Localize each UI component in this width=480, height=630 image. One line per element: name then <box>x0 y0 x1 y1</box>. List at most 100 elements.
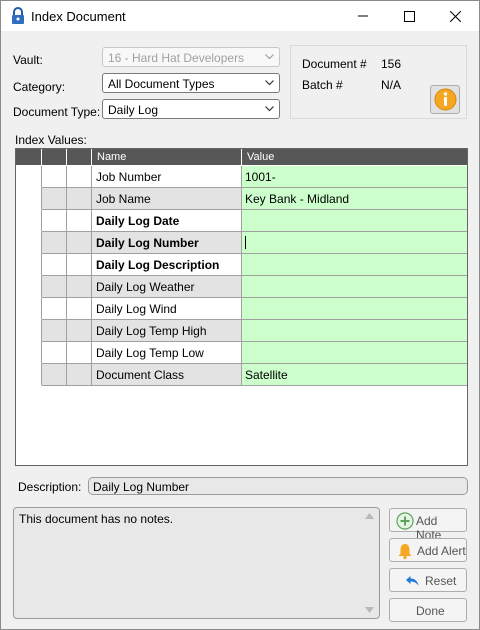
table-row[interactable]: Daily Log Date <box>16 210 467 232</box>
table-row[interactable]: Daily Log Description <box>16 254 467 276</box>
field-name-cell: Daily Log Date <box>92 210 242 232</box>
row-indicator-cell[interactable] <box>16 364 42 386</box>
table-row[interactable]: Document Class Satellite <box>16 364 467 386</box>
field-value-cell[interactable] <box>242 298 467 320</box>
field-name: Daily Log Date <box>96 214 180 228</box>
description-value: Daily Log Number <box>93 480 190 494</box>
row-indicator-cell[interactable] <box>16 254 42 276</box>
field-value[interactable]: Satellite <box>245 368 288 382</box>
table-row[interactable]: Daily Log Wind <box>16 298 467 320</box>
row-flag-cell <box>42 298 67 320</box>
title-bar: Index Document <box>1 1 479 31</box>
row-flag-cell <box>67 210 92 232</box>
table-row[interactable]: Job Number 1001- <box>16 166 467 188</box>
maximize-button[interactable] <box>386 1 432 31</box>
maximize-icon <box>403 10 415 22</box>
field-value-cell[interactable]: 1001- <box>242 166 467 188</box>
chevron-down-icon <box>265 54 274 60</box>
done-label: Done <box>416 604 445 618</box>
header-name-label: Name <box>97 151 127 163</box>
row-flag-cell <box>42 166 67 188</box>
info-button[interactable] <box>430 85 460 114</box>
description-field: Daily Log Number <box>88 477 468 495</box>
chevron-down-icon <box>265 106 274 112</box>
row-indicator-cell[interactable] <box>16 320 42 342</box>
chevron-down-icon <box>265 80 274 86</box>
minimize-button[interactable] <box>340 1 386 31</box>
row-indicator-cell[interactable] <box>16 342 42 364</box>
batch-value: N/A <box>381 78 402 92</box>
scroll-up-icon[interactable] <box>365 513 374 519</box>
field-value-cell[interactable] <box>242 320 467 342</box>
row-indicator-cell[interactable] <box>16 188 42 210</box>
row-indicator-cell[interactable] <box>16 276 42 298</box>
row-flag-cell <box>42 254 67 276</box>
field-name: Daily Log Description <box>96 258 220 272</box>
index-document-window: Index Document Vault: 16 - Hard Hat Deve… <box>0 0 480 630</box>
reset-button[interactable]: Reset <box>389 568 467 592</box>
row-flag-cell <box>67 232 92 254</box>
row-indicator-cell[interactable] <box>16 298 42 320</box>
field-value[interactable]: 1001- <box>245 170 276 184</box>
field-name: Daily Log Number <box>96 236 199 250</box>
field-value-cell[interactable] <box>242 276 467 298</box>
vault-label: Vault: <box>13 53 43 67</box>
notes-text: This document has no notes. <box>19 512 174 526</box>
header-value[interactable]: Value <box>242 149 467 165</box>
index-values-grid: Name Value Job Number 1001- Job Name Key Ba… <box>15 148 468 466</box>
table-row[interactable]: Daily Log Number <box>16 232 467 254</box>
row-flag-cell <box>42 342 67 364</box>
header-cell-blank-1 <box>16 149 42 165</box>
category-value: All Document Types <box>108 77 215 91</box>
category-select[interactable]: All Document Types <box>102 73 280 93</box>
row-flag-cell <box>42 232 67 254</box>
batch-label: Batch # <box>302 78 343 92</box>
row-indicator-cell[interactable] <box>16 166 42 188</box>
minimize-icon <box>358 15 368 17</box>
field-value-cell[interactable] <box>242 342 467 364</box>
bell-icon <box>398 544 412 560</box>
row-flag-cell <box>42 210 67 232</box>
close-button[interactable] <box>432 1 478 31</box>
header-cell-blank-3 <box>67 149 92 165</box>
field-name: Job Number <box>96 170 162 184</box>
row-flag-cell <box>42 364 67 386</box>
field-name: Daily Log Wind <box>96 302 177 316</box>
add-note-button[interactable]: Add Note <box>389 508 467 542</box>
field-value-cell[interactable]: Satellite <box>242 364 467 386</box>
table-row[interactable]: Daily Log Weather <box>16 276 467 298</box>
table-row[interactable]: Job Name Key Bank - Midland <box>16 188 467 210</box>
field-name: Document Class <box>96 368 185 382</box>
add-alert-label: Add Alert <box>417 544 466 558</box>
row-indicator-cell[interactable] <box>16 232 42 254</box>
scroll-down-icon[interactable] <box>365 607 374 613</box>
header-name[interactable]: Name <box>92 149 242 165</box>
row-flag-cell <box>67 364 92 386</box>
info-icon <box>434 88 457 111</box>
field-value-cell[interactable] <box>242 254 467 276</box>
field-name-cell: Job Number <box>92 166 242 188</box>
notes-scrollbar[interactable] <box>362 509 378 617</box>
vault-select[interactable]: 16 - Hard Hat Developers <box>102 47 280 67</box>
row-flag-cell <box>67 254 92 276</box>
close-icon <box>449 10 461 22</box>
field-name-cell: Daily Log Description <box>92 254 242 276</box>
field-name-cell: Document Class <box>92 364 242 386</box>
row-indicator-cell[interactable] <box>16 210 42 232</box>
window-title: Index Document <box>31 9 126 24</box>
field-value-cell[interactable] <box>242 210 467 232</box>
done-button[interactable]: Done <box>389 598 467 622</box>
row-flag-cell <box>42 276 67 298</box>
field-value-cell[interactable]: Key Bank - Midland <box>242 188 467 210</box>
field-name: Daily Log Temp Low <box>96 346 204 360</box>
notes-box[interactable]: This document has no notes. <box>13 507 380 619</box>
table-row[interactable]: Daily Log Temp High <box>16 320 467 342</box>
add-alert-button[interactable]: Add Alert <box>389 538 467 562</box>
table-row[interactable]: Daily Log Temp Low <box>16 342 467 364</box>
description-label: Description: <box>18 480 82 494</box>
field-value-cell[interactable] <box>242 232 467 254</box>
document-type-label: Document Type: <box>13 105 101 119</box>
field-value[interactable]: Key Bank - Midland <box>245 192 349 206</box>
document-type-select[interactable]: Daily Log <box>102 99 280 119</box>
row-flag-cell <box>67 320 92 342</box>
